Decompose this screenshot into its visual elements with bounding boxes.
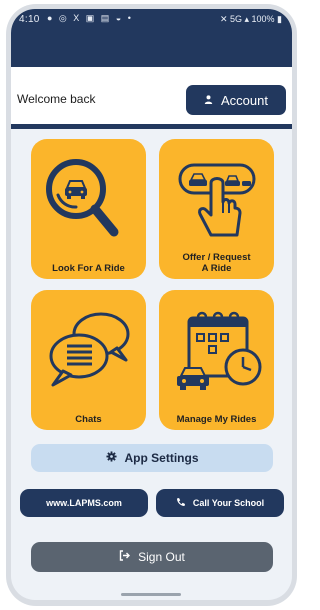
- home-indicator[interactable]: [121, 593, 181, 596]
- tile-label-line1: Offer / Request: [182, 252, 251, 263]
- sign-out-icon: [119, 550, 131, 564]
- welcome-text: Welcome back: [17, 92, 96, 106]
- account-button[interactable]: Account: [186, 85, 286, 115]
- person-icon: [204, 94, 213, 106]
- phone-icon: [176, 497, 186, 509]
- call-school-label: Call Your School: [192, 498, 265, 508]
- gear-icon: [105, 451, 117, 465]
- welcome-bar: Welcome back Account: [11, 67, 292, 129]
- app-settings-button[interactable]: App Settings: [31, 444, 273, 472]
- tile-label: Chats: [75, 414, 102, 425]
- notification-icons: ● ◎ X ▣ ▤ ◒ •: [47, 13, 133, 23]
- app-screen: 4:10 ● ◎ X ▣ ▤ ◒ • ✕ 5G ▴ 100% ▮ Welcome…: [11, 9, 292, 600]
- app-settings-label: App Settings: [124, 451, 199, 465]
- status-bar: 4:10 ● ◎ X ▣ ▤ ◒ • ✕ 5G ▴ 100% ▮: [11, 9, 292, 67]
- website-button[interactable]: www.LAPMS.com: [20, 489, 148, 517]
- tile-chats[interactable]: Chats: [31, 290, 146, 430]
- tile-label: Manage My Rides: [176, 414, 257, 425]
- tile-look-for-ride[interactable]: Look For A Ride: [31, 139, 146, 279]
- tile-manage-rides[interactable]: Manage My Rides: [159, 290, 274, 430]
- tile-label: Look For A Ride: [52, 263, 125, 274]
- search-car-icon: [46, 159, 119, 237]
- tile-label-line2: A Ride: [201, 263, 232, 274]
- website-label: www.LAPMS.com: [46, 498, 122, 508]
- status-time: 4:10: [19, 14, 40, 25]
- calendar-car-icon: [177, 311, 262, 390]
- sign-out-button[interactable]: Sign Out: [31, 542, 273, 572]
- sign-out-label: Sign Out: [138, 550, 185, 564]
- account-label: Account: [221, 92, 268, 108]
- chat-bubbles-icon: [49, 312, 130, 387]
- system-status: ✕ 5G ▴ 100% ▮: [219, 14, 282, 24]
- call-school-button[interactable]: Call Your School: [156, 489, 284, 517]
- tile-offer-request-ride[interactable]: Offer / Request A Ride: [159, 139, 274, 279]
